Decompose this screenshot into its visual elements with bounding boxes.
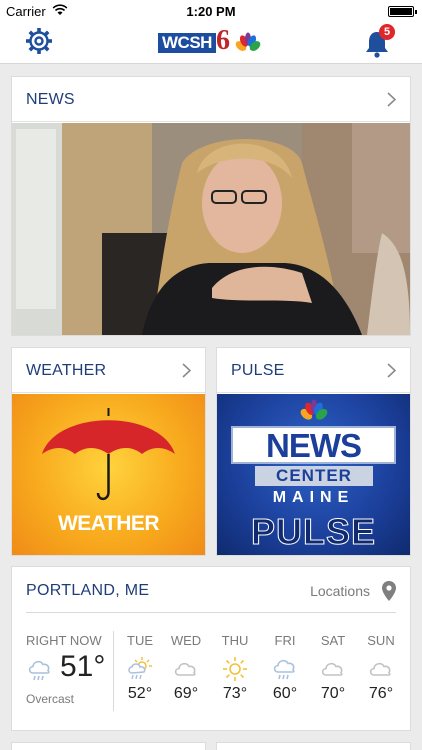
clock: 1:20 PM: [186, 4, 236, 19]
weather-tile-label: WEATHER: [57, 512, 160, 535]
forecast-card: PORTLAND, ME Locations RIGHT NOW 51° Ove…: [11, 566, 411, 731]
pulse-tile-pulse: PULSE: [250, 511, 377, 553]
pulse-tile-center: CENTER: [255, 466, 373, 486]
forecast-day: SUN 76°: [357, 633, 405, 703]
forecast-day: FRI 60°: [261, 633, 309, 703]
day-temperature: 52°: [127, 685, 153, 702]
pulse-tile-news: NEWS: [231, 426, 396, 464]
next-card-left[interactable]: [11, 742, 206, 750]
news-card[interactable]: NEWS: [11, 76, 411, 336]
rain-cloud-icon: [28, 660, 50, 681]
gear-icon[interactable]: [24, 26, 54, 56]
day-name: SUN: [367, 633, 395, 648]
logo-number: 6: [216, 25, 230, 56]
cloud-icon: [321, 662, 343, 676]
pulse-tile[interactable]: NEWS CENTER MAINE PULSE: [217, 394, 410, 555]
cloud-icon: [369, 662, 391, 676]
forecast-day: SAT 70°: [309, 633, 357, 703]
status-bar: Carrier 1:20 PM: [0, 0, 422, 22]
sun-rain-icon: [128, 657, 152, 680]
next-card-right[interactable]: [216, 742, 411, 750]
day-name: FRI: [274, 633, 296, 648]
map-pin-icon[interactable]: [381, 580, 397, 602]
pulse-card[interactable]: PULSE NEWS CENTER MAINE PULSE: [216, 347, 411, 556]
news-title: NEWS: [26, 91, 75, 108]
cloud-icon: [174, 662, 196, 676]
forecast-day: THU 73°: [211, 633, 259, 703]
day-name: WED: [170, 633, 202, 648]
day-name: TUE: [127, 633, 153, 648]
weather-card-header[interactable]: WEATHER: [12, 348, 205, 393]
location-title[interactable]: PORTLAND, ME: [26, 582, 149, 600]
news-card-header[interactable]: NEWS: [12, 77, 410, 122]
pulse-title: PULSE: [231, 362, 285, 379]
day-temperature: 73°: [222, 685, 248, 702]
notification-badge[interactable]: 5: [379, 24, 395, 40]
logo-wordmark: WCSH: [158, 33, 216, 53]
weather-card[interactable]: WEATHER WEATHER: [11, 347, 206, 556]
forecast-day: TUE 52°: [116, 633, 164, 703]
current-temperature: 51°: [60, 650, 106, 683]
day-temperature: 69°: [173, 685, 199, 702]
locations-link[interactable]: Locations: [310, 583, 370, 599]
chevron-right-icon: [182, 363, 191, 378]
battery-icon: [388, 6, 417, 17]
day-name: THU: [221, 633, 249, 648]
news-photo[interactable]: [12, 123, 410, 335]
peacock-icon: [235, 32, 261, 51]
sun-icon: [223, 657, 247, 681]
pulse-tile-maine: MAINE: [272, 489, 355, 506]
weather-title: WEATHER: [26, 362, 107, 379]
peacock-icon: [300, 399, 328, 420]
forecast-vertical-divider: [113, 631, 114, 711]
forecast-day: WED 69°: [162, 633, 210, 703]
top-nav-bar: WCSH 6 5: [0, 22, 422, 64]
day-temperature: 60°: [272, 685, 298, 702]
right-now-label: RIGHT NOW: [26, 633, 102, 648]
station-logo: WCSH 6: [158, 25, 262, 57]
pulse-card-header[interactable]: PULSE: [217, 348, 410, 393]
day-temperature: 70°: [320, 685, 346, 702]
day-temperature: 76°: [368, 685, 394, 702]
current-condition: Overcast: [26, 692, 75, 706]
chevron-right-icon: [387, 92, 396, 107]
chevron-right-icon: [387, 363, 396, 378]
weather-tile[interactable]: WEATHER: [12, 394, 205, 555]
forecast-divider: [26, 612, 396, 613]
rain-cloud-icon: [273, 659, 295, 680]
day-name: SAT: [320, 633, 346, 648]
